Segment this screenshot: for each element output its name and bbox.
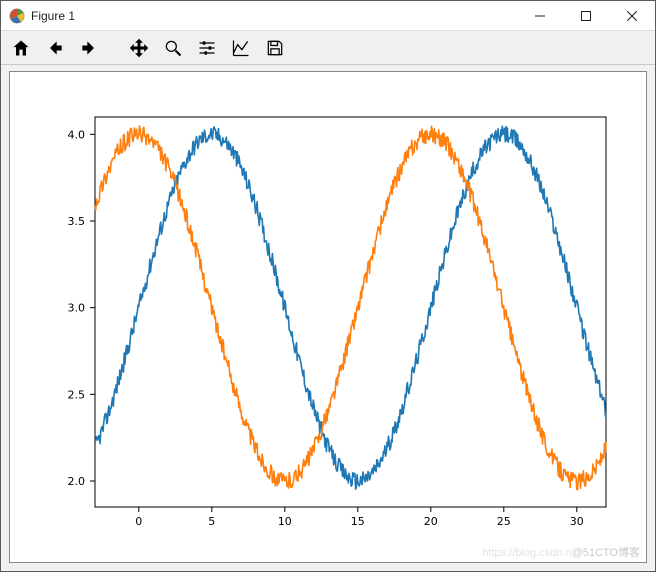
window-title: Figure 1 xyxy=(31,9,75,23)
svg-text:2.0: 2.0 xyxy=(68,475,86,488)
app-icon xyxy=(9,8,25,24)
svg-text:0: 0 xyxy=(135,515,142,528)
back-icon[interactable] xyxy=(43,36,67,60)
title-bar: Figure 1 xyxy=(1,1,655,31)
configure-icon[interactable] xyxy=(195,36,219,60)
app-window: Figure 1 xyxy=(0,0,656,572)
svg-text:20: 20 xyxy=(424,515,438,528)
edit-axis-icon[interactable] xyxy=(229,36,253,60)
close-button[interactable] xyxy=(609,1,655,31)
svg-text:2.5: 2.5 xyxy=(68,388,86,401)
zoom-icon[interactable] xyxy=(161,36,185,60)
svg-text:3.0: 3.0 xyxy=(68,302,86,315)
svg-text:30: 30 xyxy=(570,515,584,528)
toolbar xyxy=(1,31,655,65)
svg-text:4.0: 4.0 xyxy=(68,128,86,141)
pan-icon[interactable] xyxy=(127,36,151,60)
home-icon[interactable] xyxy=(9,36,33,60)
plot-canvas[interactable]: 0510152025302.02.53.03.54.0 https://blog… xyxy=(9,71,647,563)
save-icon[interactable] xyxy=(263,36,287,60)
line-chart: 0 5 10 15 20 25 30 2.0 2.5 3.0 3.5 4.0 xyxy=(10,72,646,562)
maximize-button[interactable] xyxy=(563,1,609,31)
minimize-button[interactable] xyxy=(517,1,563,31)
svg-text:3.5: 3.5 xyxy=(68,215,86,228)
svg-text:25: 25 xyxy=(497,515,511,528)
svg-text:5: 5 xyxy=(208,515,215,528)
svg-text:10: 10 xyxy=(278,515,292,528)
forward-icon[interactable] xyxy=(77,36,101,60)
svg-text:15: 15 xyxy=(351,515,365,528)
